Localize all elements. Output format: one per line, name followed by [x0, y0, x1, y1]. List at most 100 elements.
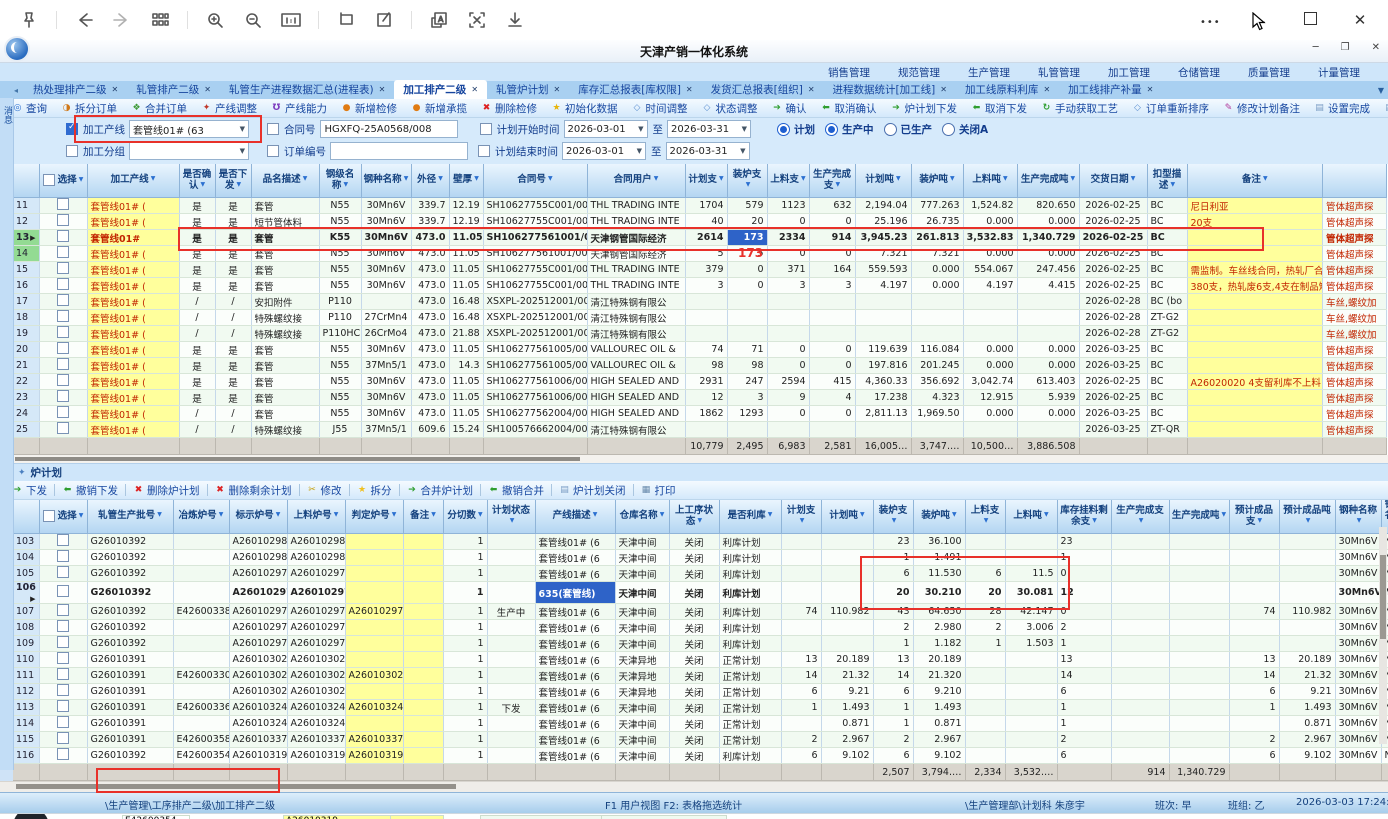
- tab-4[interactable]: 轧管炉计划✕: [487, 80, 569, 99]
- select-all-checkbox[interactable]: [43, 510, 55, 522]
- tab-close-icon[interactable]: ✕: [1147, 85, 1154, 94]
- column-header[interactable]: 上料吨▼: [1005, 500, 1057, 534]
- filter-funnel-icon[interactable]: ▼: [801, 175, 806, 182]
- row-checkbox[interactable]: [57, 566, 69, 578]
- toolbar-button[interactable]: 初始化数据: [545, 101, 624, 116]
- table-row[interactable]: 105G26010392A26010297A260102971套管线01# (6…: [13, 566, 1388, 582]
- table-row[interactable]: 11套管线01# (是是套管N5530Mn6V339.712.19SH10627…: [13, 198, 1387, 214]
- toolbar-button[interactable]: 取消确认: [815, 101, 883, 116]
- ocr-icon[interactable]: [462, 6, 492, 34]
- column-header[interactable]: 计划吨▼: [855, 164, 911, 198]
- row-checkbox[interactable]: [57, 620, 69, 632]
- table-row[interactable]: 20套管线01# (是是套管N5530Mn6V473.011.05SH10627…: [13, 342, 1387, 358]
- forward-icon[interactable]: [107, 6, 137, 34]
- menu-item-2[interactable]: 生产管理: [968, 65, 1010, 80]
- column-header[interactable]: 是否下发▼: [215, 164, 251, 198]
- side-panel-tab[interactable]: 消息: [0, 98, 14, 770]
- filter-funnel-icon[interactable]: ▼: [236, 181, 241, 188]
- table-row[interactable]: 16套管线01# (是是套管N5530Mn6V473.011.05SH10627…: [13, 278, 1387, 294]
- filter-funnel-icon[interactable]: ▼: [952, 511, 957, 518]
- menu-item-1[interactable]: 规范管理: [898, 65, 940, 80]
- table-row[interactable]: 23套管线01# (是是套管N5530Mn6V473.011.05SH10627…: [13, 390, 1387, 406]
- order-filter-input[interactable]: [330, 142, 468, 160]
- table-row[interactable]: 110G26010391A26010302A260103021套管线01# (6…: [13, 652, 1388, 668]
- column-header[interactable]: 钢种名称▼: [1335, 500, 1381, 534]
- menu-item-5[interactable]: 仓储管理: [1178, 65, 1220, 80]
- toolbar-button[interactable]: 删除剩余计划: [209, 483, 298, 498]
- table-row[interactable]: 17套管线01# (//安扣附件P110473.016.48XSXPL-2025…: [13, 294, 1387, 310]
- column-header[interactable]: 壁厚▼: [449, 164, 483, 198]
- tab-close-icon[interactable]: ✕: [808, 85, 815, 94]
- filter-funnel-icon[interactable]: ▼: [892, 517, 897, 524]
- plan-start-to-select[interactable]: 2026-03-31▼: [667, 120, 751, 138]
- column-header[interactable]: 装炉吨▼: [911, 164, 963, 198]
- column-header[interactable]: 计划状态▼: [487, 500, 535, 534]
- filter-funnel-icon[interactable]: ▼: [1044, 511, 1049, 518]
- column-header[interactable]: 判定炉号▼: [345, 500, 403, 534]
- filter-funnel-icon[interactable]: ▼: [768, 511, 773, 518]
- filter-funnel-icon[interactable]: ▼: [157, 511, 162, 518]
- filter-funnel-icon[interactable]: ▼: [548, 175, 553, 182]
- table-row[interactable]: 15套管线01# (是是套管N5530Mn6V473.011.05SH10627…: [13, 262, 1387, 278]
- toolbar-button[interactable]: 导出: [1378, 101, 1388, 116]
- column-header[interactable]: 标示炉号▼: [229, 500, 287, 534]
- table-row[interactable]: 107G26010392E42600338A26010297A26010297A…: [13, 604, 1388, 620]
- zoom-in-icon[interactable]: [200, 6, 230, 34]
- toolbar-button[interactable]: 炉计划关闭: [553, 483, 632, 498]
- column-header[interactable]: 钢级名称▼: [319, 164, 361, 198]
- toolbar-button[interactable]: 产线能力: [265, 101, 333, 116]
- column-header[interactable]: 生产完成吨▼: [1169, 500, 1229, 534]
- furnace-plan-band[interactable]: ✦ 炉计划: [0, 463, 1388, 481]
- tab-2[interactable]: 轧管生产进程数据汇总(进程表)✕: [220, 80, 394, 99]
- tab-6[interactable]: 发货汇总报表[组织]✕: [702, 80, 824, 99]
- row-checkbox[interactable]: [57, 550, 69, 562]
- toolbar-button[interactable]: 撤销下发: [56, 483, 124, 498]
- filter-funnel-icon[interactable]: ▼: [1092, 517, 1097, 524]
- row-checkbox[interactable]: [57, 636, 69, 648]
- table-row[interactable]: 108G26010392A26010297A260102971套管线01# (6…: [13, 620, 1388, 636]
- row-checkbox[interactable]: [57, 246, 69, 258]
- table-row[interactable]: 19套管线01# (//特殊螺纹接P110HC26CrMo4473.021.88…: [13, 326, 1387, 342]
- table-row[interactable]: 18套管线01# (//特殊螺纹接P11027CrMn4473.016.48XS…: [13, 310, 1387, 326]
- edit-icon[interactable]: [369, 6, 399, 34]
- filter-funnel-icon[interactable]: ▼: [1003, 175, 1008, 182]
- plan-end-from-select[interactable]: 2026-03-01▼: [562, 142, 646, 160]
- table-row[interactable]: 113G26010391E42600336A26010324A26010324A…: [13, 700, 1388, 716]
- tab-5[interactable]: 库存汇总报表[库权限]✕: [569, 80, 701, 99]
- toolbar-button[interactable]: 炉计划下发: [885, 101, 964, 116]
- tab-close-icon[interactable]: ✕: [940, 85, 947, 94]
- table-row[interactable]: 22套管线01# (是是套管N5530Mn6V473.011.05SH10627…: [13, 374, 1387, 390]
- column-header[interactable]: 生产完成支▼: [1111, 500, 1169, 534]
- filter-funnel-icon[interactable]: ▼: [1263, 175, 1268, 182]
- column-header[interactable]: 上料支▼: [767, 164, 809, 198]
- menu-item-3[interactable]: 轧管管理: [1038, 65, 1080, 80]
- column-header[interactable]: 上料吨▼: [963, 164, 1017, 198]
- column-header[interactable]: 库存挂料剩余支▼: [1057, 500, 1111, 534]
- row-checkbox[interactable]: [57, 668, 69, 680]
- column-header[interactable]: 生产完成支▼: [809, 164, 855, 198]
- row-checkbox[interactable]: [57, 700, 69, 712]
- filter-funnel-icon[interactable]: ▼: [334, 511, 339, 518]
- table-row[interactable]: 13▶套管线01#是是套管K5530Mn6V473.011.05SH106277…: [13, 230, 1387, 246]
- column-header[interactable]: 冶炼炉号▼: [173, 500, 229, 534]
- column-header[interactable]: 产线描述▼: [535, 500, 615, 534]
- table-row[interactable]: 21套管线01# (是是套管N5537Mn5/1473.014.3SH10627…: [13, 358, 1387, 374]
- toolbar-button[interactable]: 新增承揽: [405, 101, 473, 116]
- toolbar-button[interactable]: 打印: [635, 483, 682, 498]
- column-header[interactable]: 备注▼: [1187, 164, 1323, 198]
- filter-funnel-icon[interactable]: ▼: [1357, 517, 1362, 524]
- maximize-window-icon[interactable]: [1304, 12, 1317, 25]
- column-header[interactable]: 计划支▼: [685, 164, 727, 198]
- collapse-icon[interactable]: ✦: [18, 468, 26, 478]
- close-window-icon[interactable]: [1350, 11, 1370, 29]
- toolbar-button[interactable]: 订单重新排序: [1126, 101, 1215, 116]
- tab-close-icon[interactable]: ✕: [554, 85, 561, 94]
- table-row[interactable]: 14套管线01# (是是套管N5530Mn6V473.011.05SH10627…: [13, 246, 1387, 262]
- tab-7[interactable]: 进程数据统计[加工线]✕: [824, 80, 956, 99]
- column-header[interactable]: 预计成品支▼: [1229, 500, 1279, 534]
- column-header[interactable]: 装炉支▼: [727, 164, 767, 198]
- filter-funnel-icon[interactable]: ▼: [303, 175, 308, 182]
- play-button[interactable]: [13, 813, 49, 819]
- toolbar-button[interactable]: 删除检修: [475, 101, 543, 116]
- tab-close-icon[interactable]: ✕: [471, 85, 478, 94]
